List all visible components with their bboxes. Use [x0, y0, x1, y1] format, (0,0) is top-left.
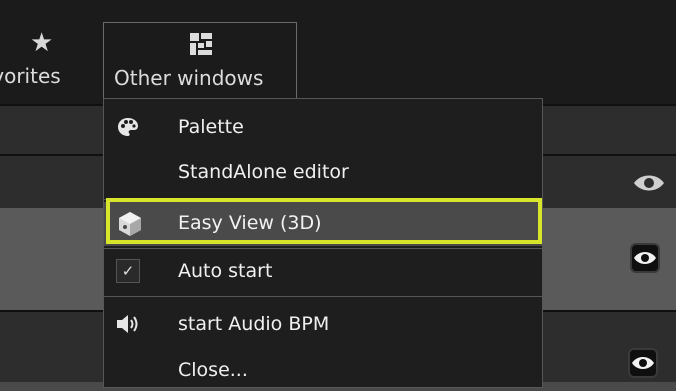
visibility-toggle[interactable]	[632, 172, 666, 194]
menu-item-label: Auto start	[178, 260, 273, 282]
menu-divider	[104, 248, 542, 249]
palette-icon	[112, 111, 144, 143]
tab-favorites[interactable]: ★ avorites	[0, 0, 100, 104]
eye-icon	[632, 357, 654, 369]
menu-item-label: Close...	[178, 359, 248, 381]
checkbox-checked-icon[interactable]: ✓	[112, 255, 144, 287]
visibility-toggle[interactable]	[630, 243, 660, 273]
menu-item-label: Palette	[178, 116, 244, 138]
menu-item-auto-start[interactable]: ✓ Auto start	[104, 250, 542, 292]
menu-item-start-audio-bpm[interactable]: start Audio BPM	[104, 303, 542, 345]
visibility-toggle[interactable]	[628, 348, 658, 378]
eye-icon	[634, 175, 664, 191]
menu-item-palette[interactable]: Palette	[104, 106, 542, 148]
windows-grid-icon	[190, 33, 212, 59]
menu-item-label: StandAlone editor	[178, 161, 349, 183]
top-toolbar	[0, 0, 676, 104]
menu-item-label: start Audio BPM	[178, 313, 330, 335]
highlight-box	[106, 198, 542, 244]
tab-favorites-label: avorites	[0, 64, 61, 88]
menu-divider	[104, 296, 542, 297]
tab-other-windows[interactable]: Other windows	[103, 22, 297, 100]
menu-item-standalone-editor[interactable]: StandAlone editor	[104, 151, 542, 193]
eye-icon	[634, 252, 656, 264]
star-icon: ★	[30, 28, 54, 58]
speaker-icon	[112, 308, 144, 340]
tab-other-windows-label: Other windows	[114, 66, 264, 90]
menu-item-close[interactable]: Close...	[104, 349, 542, 391]
